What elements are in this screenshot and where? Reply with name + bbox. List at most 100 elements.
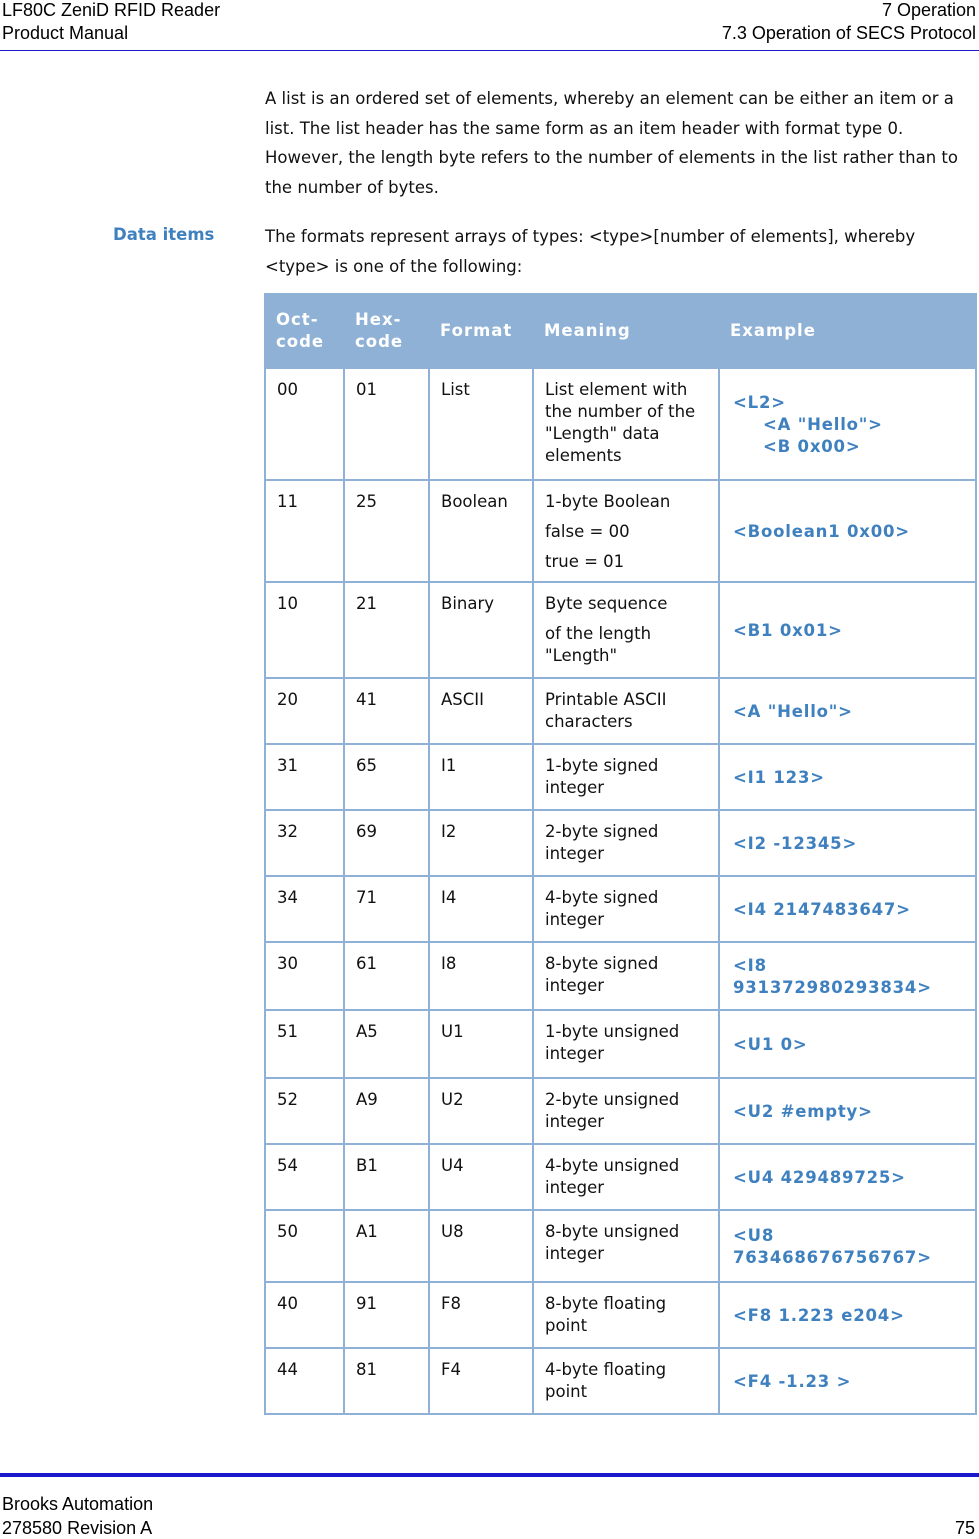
meaning-line: Printable ASCII characters [545,690,667,731]
header-product: LF80C ZeniD RFID Reader [2,0,221,20]
cell-example: <L2> <A "Hello"> <B 0x00> [718,367,977,481]
cell-oct: 52 [264,1077,345,1145]
table-row: 11 25 Boolean 1-byte Boolean false = 00 true … [264,479,977,583]
cell-meaning: 2-byte unsigned integer [532,1077,720,1145]
example-line: <U4 429489725> [733,1168,906,1187]
meaning-line: 2-byte signed integer [545,822,659,863]
cell-meaning: 1-byte signed integer [532,743,720,811]
cell-hex: A5 [343,1009,430,1079]
table-body: 00 01 List List element with the number of … [264,367,977,1415]
cell-hex: 01 [343,367,430,481]
col-header-oct-code: Oct-code [264,293,345,369]
page-header: LF80C ZeniD RFID Reader Product Manual 7… [0,0,979,52]
cell-meaning: 8-byte floating point [532,1281,720,1349]
col-header-example: Example [718,293,977,369]
cell-example: <F8 1.223 e204> [718,1281,977,1349]
cell-format: U2 [428,1077,534,1145]
meaning-line: false = 00 [545,522,630,541]
example-line: <U2 #empty> [733,1102,873,1121]
example-line: <I1 123> [733,768,825,787]
table-row: 40 91 F8 8-byte floating point <F8 1.223 e20… [264,1281,977,1349]
cell-format: ASCII [428,677,534,745]
table-row: 10 21 Binary Byte sequence of the length "Le… [264,581,977,679]
cell-oct: 20 [264,677,345,745]
table-row: 30 61 I8 8-byte signed integer <I8 931372980… [264,941,977,1011]
header-divider [0,50,979,51]
cell-format: List [428,367,534,481]
cell-format: I1 [428,743,534,811]
table-header-row: Oct-code Hex-code Format Meaning Example [264,293,977,369]
cell-meaning: 1-byte unsigned integer [532,1009,720,1079]
table-row: 44 81 F4 4-byte floating point <F4 -1.23 > [264,1347,977,1415]
cell-format: U8 [428,1209,534,1283]
cell-example: <U1 0> [718,1009,977,1079]
cell-oct: 11 [264,479,345,583]
cell-format: U1 [428,1009,534,1079]
cell-hex: 25 [343,479,430,583]
example-line: <L2> [733,393,786,412]
cell-oct: 51 [264,1009,345,1079]
meaning-line: 1-byte signed integer [545,756,659,797]
cell-format: Binary [428,581,534,679]
meaning-line: 8-byte unsigned integer [545,1222,680,1263]
page-number: 75 [954,1518,975,1538]
table-row: 32 69 I2 2-byte signed integer <I2 -12345> [264,809,977,877]
cell-meaning: Byte sequence of the length "Length" [532,581,720,679]
cell-meaning: 4-byte unsigned integer [532,1143,720,1211]
table-row: 34 71 I4 4-byte signed integer <I4 214748364… [264,875,977,943]
col-header-format: Format [428,293,534,369]
example-line: <B1 0x01> [733,621,843,640]
example-line: <A "Hello"> [733,702,853,721]
example-line: <A "Hello"> [763,415,883,434]
cell-meaning: Printable ASCII characters [532,677,720,745]
cell-example: <F4 -1.23 > [718,1347,977,1415]
meaning-line: 4-byte floating point [545,1360,667,1401]
cell-oct: 40 [264,1281,345,1349]
cell-example: <U4 429489725> [718,1143,977,1211]
cell-oct: 10 [264,581,345,679]
meaning-line: of the length "Length" [545,624,652,665]
col-header-hex-code: Hex-code [343,293,430,369]
header-doc-type: Product Manual [2,23,129,43]
cell-example: <Boolean1 0x00> [718,479,977,583]
cell-oct: 44 [264,1347,345,1415]
meaning-line: 1-byte Boolean [545,492,671,511]
cell-meaning: 8-byte signed integer [532,941,720,1011]
cell-hex: 81 [343,1347,430,1415]
cell-format: F8 [428,1281,534,1349]
table-row: 51 A5 U1 1-byte unsigned integer <U1 0> [264,1009,977,1079]
cell-format: I4 [428,875,534,943]
cell-format: F4 [428,1347,534,1415]
cell-format: U4 [428,1143,534,1211]
cell-hex: 71 [343,875,430,943]
header-section: 7.3 Operation of SECS Protocol [721,23,976,43]
table-row: 54 B1 U4 4-byte unsigned integer <U4 4294897… [264,1143,977,1211]
example-line: <I2 -12345> [733,834,858,853]
cell-oct: 34 [264,875,345,943]
cell-example: <U8 763468676756767> [718,1209,977,1283]
table-row: 52 A9 U2 2-byte unsigned integer <U2 #empty> [264,1077,977,1145]
header-chapter: 7 Operation [881,0,976,20]
table-row: 50 A1 U8 8-byte unsigned integer <U8 7634686… [264,1209,977,1283]
cell-meaning: 4-byte floating point [532,1347,720,1415]
intro-paragraph: A list is an ordered set of elements, wh… [265,89,958,197]
cell-hex: 21 [343,581,430,679]
cell-meaning: 1-byte Boolean false = 00 true = 01 [532,479,720,583]
example-line: <I4 2147483647> [733,900,911,919]
cell-oct: 31 [264,743,345,811]
cell-format: I8 [428,941,534,1011]
meaning-line: List element with the number of the "Len… [545,380,696,465]
cell-hex: 41 [343,677,430,745]
col-header-meaning: Meaning [532,293,720,369]
example-line: <U1 0> [733,1035,808,1054]
example-line: <I8 931372980293834> [733,956,932,997]
cell-meaning: 8-byte unsigned integer [532,1209,720,1283]
cell-hex: B1 [343,1143,430,1211]
meaning-line: 1-byte unsigned integer [545,1022,680,1063]
cell-format: Boolean [428,479,534,583]
cell-example: <A "Hello"> [718,677,977,745]
meaning-line: 4-byte unsigned integer [545,1156,680,1197]
cell-hex: 69 [343,809,430,877]
example-line: <Boolean1 0x00> [733,522,910,541]
footer-revision: 278580 Revision A [2,1518,153,1538]
